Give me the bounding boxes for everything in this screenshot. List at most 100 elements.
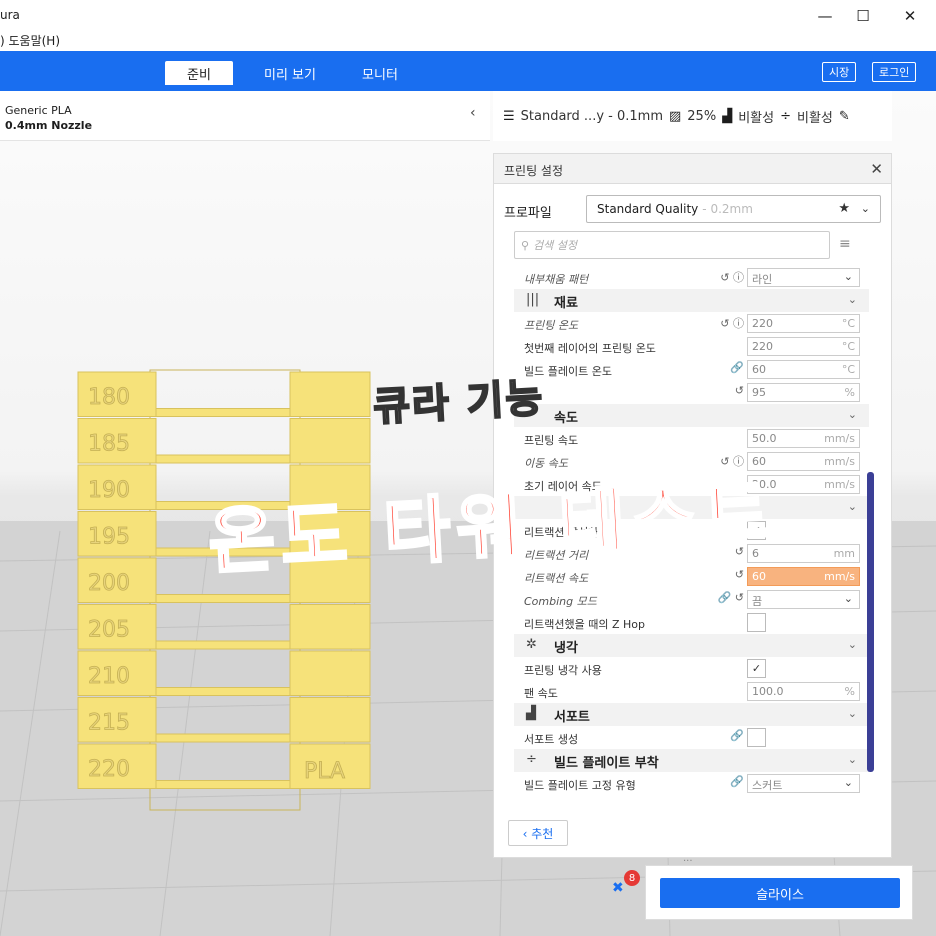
overlay-subtitle: 큐라 기능 bbox=[371, 375, 546, 432]
setting-unit: mm/s bbox=[824, 432, 855, 445]
setting-row: 내부채움 패턴 ↺ ⓘ 라인 ⌄ bbox=[514, 266, 869, 289]
setting-input[interactable]: 60 mm/s bbox=[747, 567, 860, 586]
search-placeholder: 검색 설정 bbox=[533, 239, 578, 252]
setting-row: 프린팅 온도 ↺ ⓘ 220 °C bbox=[514, 312, 869, 335]
section-label: 빌드 플레이트 부착 bbox=[554, 756, 659, 771]
tower-frame bbox=[149, 369, 301, 811]
infill-icon: ▨ bbox=[668, 108, 682, 124]
tower-pillar bbox=[289, 604, 371, 650]
edit-icon[interactable]: ✎ bbox=[839, 109, 850, 124]
settings-section[interactable]: ✲ 냉각 ⌄ bbox=[514, 634, 869, 657]
search-input[interactable]: ⚲ 검색 설정 bbox=[514, 231, 830, 259]
star-icon[interactable]: ★ bbox=[838, 201, 850, 216]
setting-value: 스커트 bbox=[752, 779, 783, 792]
adhesion-icon: ÷ bbox=[780, 108, 791, 124]
chevron-down-icon[interactable]: ⌄ bbox=[848, 500, 857, 513]
tower-material-label: PLA bbox=[304, 759, 345, 784]
print-settings-summary[interactable]: ☰ Standard ...y - 0.1mm ▨ 25% ▟ 비활성 ÷ 비활… bbox=[493, 91, 892, 141]
chevron-down-icon[interactable]: ⌄ bbox=[848, 753, 857, 766]
setting-dropdown[interactable]: 끔 ⌄ bbox=[747, 590, 860, 609]
setting-checkbox[interactable] bbox=[747, 613, 766, 632]
setting-row: 빌드 플레이트 온도 🔗 60 °C bbox=[514, 358, 869, 381]
chevron-down-icon[interactable]: ⌄ bbox=[848, 707, 857, 720]
summary-infill: 25% bbox=[687, 108, 717, 124]
message-badge: 8 bbox=[624, 870, 640, 886]
setting-unit: mm/s bbox=[824, 570, 855, 583]
setting-input[interactable]: 220 °C bbox=[747, 337, 860, 356]
setting-label: 팬 속도 bbox=[524, 687, 558, 700]
profile-dropdown[interactable]: Standard Quality - 0.2mm ★ ⌄ bbox=[586, 195, 881, 223]
setting-value: 100.0 bbox=[752, 685, 784, 698]
setting-dropdown[interactable]: 라인 ⌄ bbox=[747, 268, 860, 287]
chevron-down-icon: ⌄ bbox=[843, 592, 853, 605]
setting-value: 60 bbox=[752, 363, 766, 376]
chevron-down-icon[interactable]: ⌄ bbox=[848, 408, 857, 421]
section-icon: ▟ bbox=[526, 706, 536, 721]
resize-grip[interactable]: ··· bbox=[683, 856, 703, 867]
settings-scrollbar[interactable] bbox=[867, 472, 874, 772]
settings-section[interactable]: ▟ 서포트 ⌄ bbox=[514, 703, 869, 726]
setting-row: 서포트 생성 🔗 bbox=[514, 726, 869, 749]
setting-checkbox[interactable] bbox=[747, 728, 766, 747]
chevron-left-icon[interactable]: ‹ bbox=[470, 105, 476, 121]
tower-temp-label: 200 bbox=[88, 571, 130, 596]
close-icon[interactable]: ✕ bbox=[870, 160, 883, 178]
setting-input[interactable]: 50.0 mm/s bbox=[747, 429, 860, 448]
setting-checkbox[interactable]: ✓ bbox=[747, 659, 766, 678]
search-icon: ⚲ bbox=[521, 238, 530, 252]
setting-label: 첫번째 레이어의 프린팅 온도 bbox=[524, 342, 656, 355]
section-label: 재료 bbox=[554, 296, 578, 311]
setting-unit: mm bbox=[833, 547, 855, 560]
reset-icon[interactable]: 🔗 bbox=[704, 729, 744, 742]
profile-icon: ☰ bbox=[503, 108, 515, 124]
reset-icon[interactable]: ↺ bbox=[704, 568, 744, 581]
section-label: 냉각 bbox=[554, 641, 578, 656]
setting-label: 빌드 플레이트 고정 유형 bbox=[524, 779, 636, 792]
tower-temp-label: 195 bbox=[88, 525, 130, 550]
tower-bridge bbox=[155, 594, 291, 603]
slice-button[interactable]: 슬라이스 bbox=[660, 878, 900, 908]
setting-dropdown[interactable]: 스커트 ⌄ bbox=[747, 774, 860, 793]
tools-icon[interactable]: ✖ bbox=[612, 880, 624, 896]
summary-support: 비활성 bbox=[738, 110, 775, 126]
chevron-down-icon[interactable]: ⌄ bbox=[848, 293, 857, 306]
tower-temp-label: 220 bbox=[88, 757, 130, 782]
setting-label: 프린팅 온도 bbox=[524, 319, 579, 332]
profile-layer: - 0.2mm bbox=[702, 202, 753, 216]
setting-label: 서포트 생성 bbox=[524, 733, 579, 746]
setting-value: 220 bbox=[752, 317, 773, 330]
reset-icon[interactable]: 🔗 ↺ bbox=[704, 591, 744, 604]
settings-section[interactable]: ÷ 빌드 플레이트 부착 ⌄ bbox=[514, 749, 869, 772]
settings-section[interactable]: ||| 재료 ⌄ bbox=[514, 289, 869, 312]
panel-header: 프린팅 설정 ✕ bbox=[494, 154, 891, 184]
section-icon: ✲ bbox=[526, 637, 537, 652]
setting-input[interactable]: 60 °C bbox=[747, 360, 860, 379]
reset-icon[interactable]: ↺ ⓘ bbox=[704, 269, 744, 285]
chevron-down-icon: ⌄ bbox=[843, 776, 853, 789]
setting-row: 리트랙션했을 때의 Z Hop bbox=[514, 611, 869, 634]
setting-unit: mm/s bbox=[824, 478, 855, 491]
setting-input[interactable]: 100.0% bbox=[747, 682, 860, 701]
material-panel[interactable]: Generic PLA 0.4mm Nozzle ‹ bbox=[0, 91, 490, 141]
tower-bridge bbox=[155, 640, 291, 650]
tower-temp-label: 180 bbox=[88, 385, 130, 410]
reset-icon[interactable]: ↺ bbox=[704, 384, 744, 397]
tower-temp-label: 190 bbox=[88, 478, 130, 503]
chevron-down-icon[interactable]: ⌄ bbox=[848, 638, 857, 651]
reset-icon[interactable]: 🔗 bbox=[704, 775, 744, 788]
setting-input[interactable]: 95% bbox=[747, 383, 860, 402]
setting-input[interactable]: 220 °C bbox=[747, 314, 860, 333]
setting-unit: °C bbox=[841, 363, 855, 376]
tower-temp-label: 215 bbox=[88, 711, 130, 736]
tower-temp-label: 205 bbox=[88, 618, 130, 643]
reset-icon[interactable]: 🔗 bbox=[704, 361, 744, 374]
tower-temp-label: 185 bbox=[88, 432, 130, 457]
setting-unit: °C bbox=[841, 317, 855, 330]
settings-menu-icon[interactable]: ≡ bbox=[839, 236, 851, 252]
setting-unit: % bbox=[844, 685, 855, 698]
recommended-button[interactable]: ‹ 추천 bbox=[508, 820, 568, 846]
setting-value: 끔 bbox=[752, 595, 763, 608]
settings-section[interactable]: 속도 ⌄ bbox=[514, 404, 869, 427]
reset-icon[interactable]: ↺ ⓘ bbox=[704, 315, 744, 331]
nozzle-size: 0.4mm Nozzle bbox=[5, 119, 93, 132]
